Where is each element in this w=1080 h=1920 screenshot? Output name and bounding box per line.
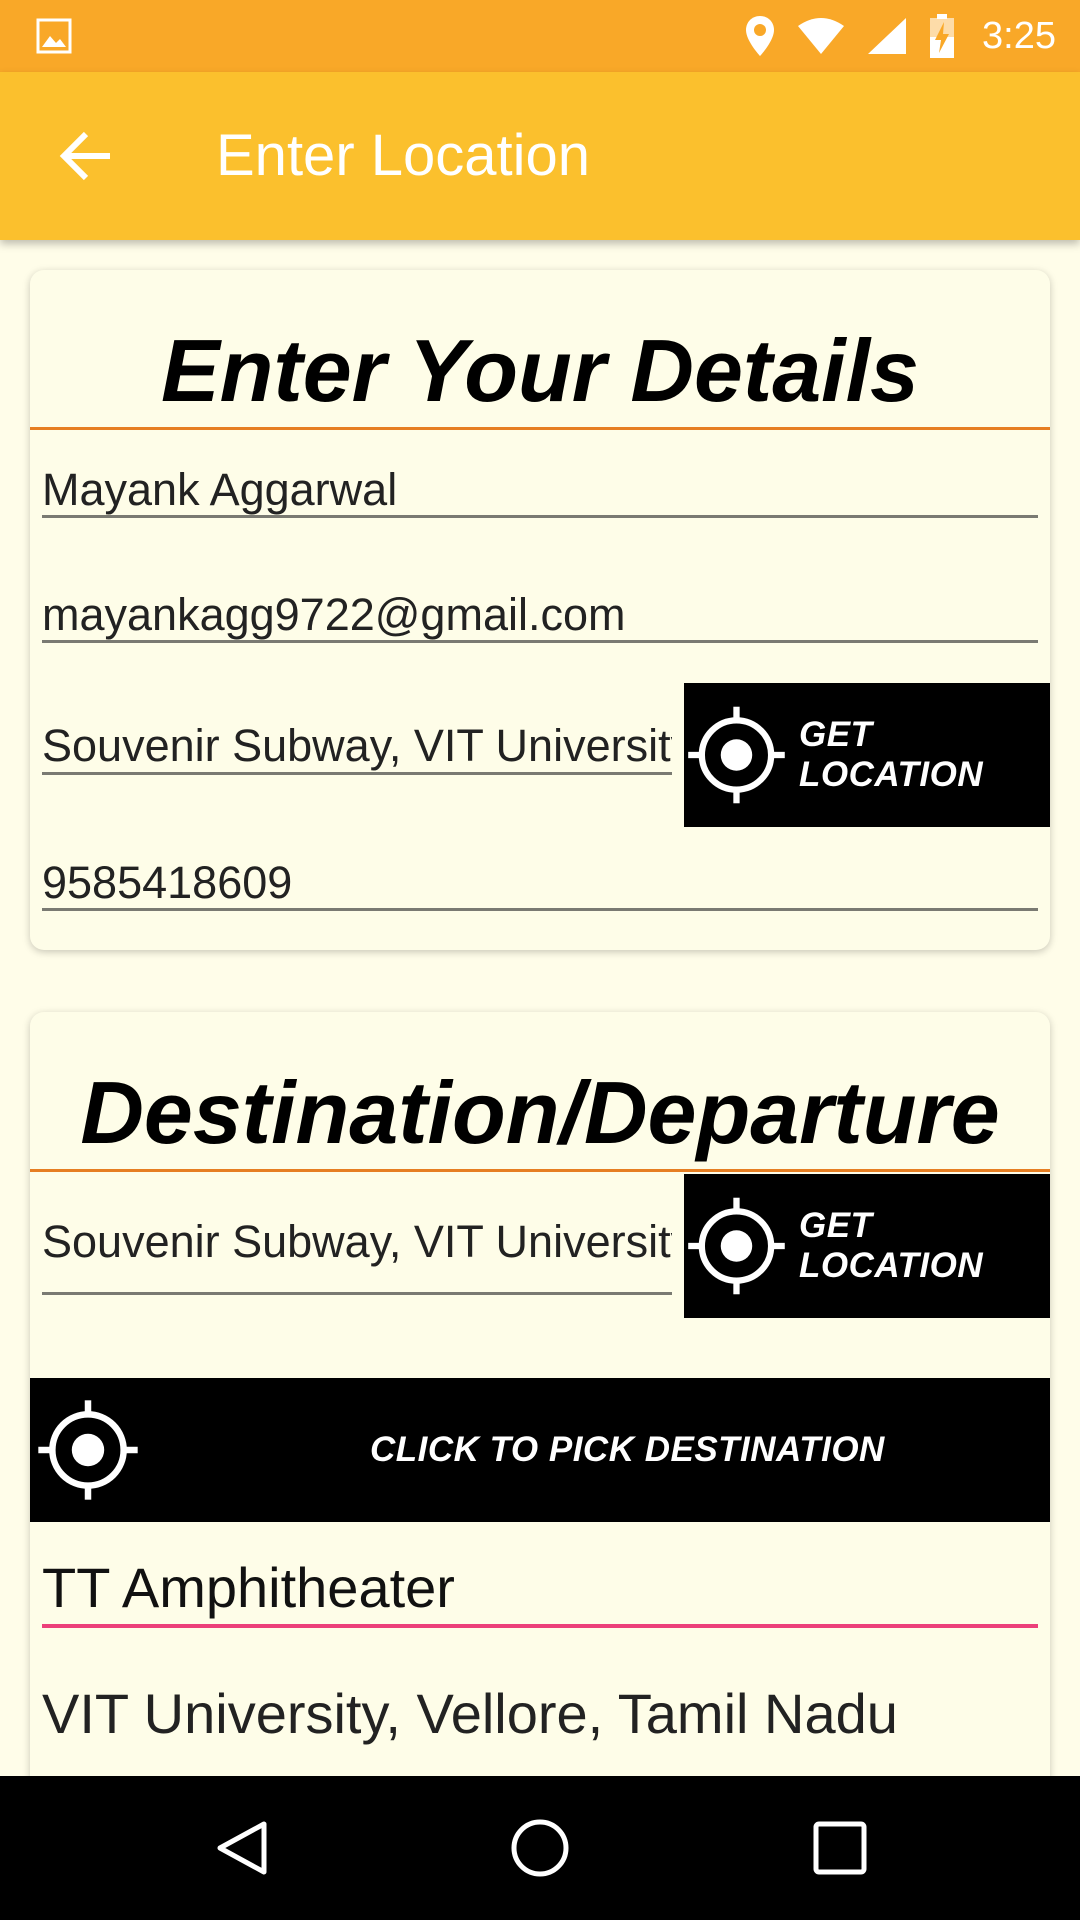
battery-charging-icon	[930, 14, 955, 58]
back-triangle-icon[interactable]	[212, 1818, 272, 1878]
recents-square-icon[interactable]	[810, 1818, 870, 1878]
crosshair-icon	[688, 1197, 785, 1295]
app-bar: Enter Location	[0, 72, 1080, 240]
page-title: Enter Location	[216, 123, 591, 188]
phone-field[interactable]: 9585418609	[42, 858, 1038, 911]
crosshair-icon	[38, 1400, 138, 1500]
status-bar: 3:25	[0, 0, 1080, 72]
form-content[interactable]: Enter Your Details Mayank Aggarwal mayan…	[0, 240, 1080, 1776]
pick-destination-button[interactable]: CLICK TO PICK DESTINATION	[30, 1378, 1050, 1522]
arrow-left-icon[interactable]	[56, 126, 116, 186]
signal-icon	[868, 18, 907, 54]
email-field[interactable]: mayankagg9722@gmail.com	[42, 590, 1038, 643]
destination-card-title: Destination/Departure	[80, 1063, 1000, 1162]
navigation-bar	[0, 1776, 1080, 1920]
pick-destination-label: CLICK TO PICK DESTINATION	[370, 1430, 885, 1469]
crosshair-icon	[688, 706, 785, 804]
details-card-divider	[30, 427, 1050, 430]
home-circle-icon[interactable]	[510, 1818, 570, 1878]
get-location-label: GET LOCATION	[798, 715, 984, 794]
image-icon	[36, 18, 72, 54]
details-card-title: Enter Your Details	[160, 321, 919, 420]
departure-location-field[interactable]: Souvenir Subway, VIT University, Vellore	[42, 1217, 672, 1295]
location-icon	[746, 16, 775, 56]
wifi-icon	[798, 18, 845, 54]
destination-name-field[interactable]: TT Amphitheater	[42, 1552, 1038, 1628]
get-location-label: GET LOCATION	[798, 1206, 984, 1285]
get-location-button[interactable]: GET LOCATION	[684, 683, 1050, 827]
destination-address-field[interactable]: VIT University, Vellore, Tamil Nadu	[42, 1674, 1038, 1754]
destination-card: Destination/Departure Souvenir Subway, V…	[30, 1012, 1050, 1776]
status-time: 3:25	[982, 14, 1056, 57]
details-card: Enter Your Details Mayank Aggarwal mayan…	[30, 270, 1050, 950]
name-field[interactable]: Mayank Aggarwal	[42, 465, 1038, 518]
departure-get-location-button[interactable]: GET LOCATION	[684, 1174, 1050, 1318]
status-icons: 3:25	[744, 0, 1056, 72]
destination-card-divider	[30, 1169, 1050, 1172]
current-location-field[interactable]: Souvenir Subway, VIT University, Vellore	[42, 720, 672, 775]
